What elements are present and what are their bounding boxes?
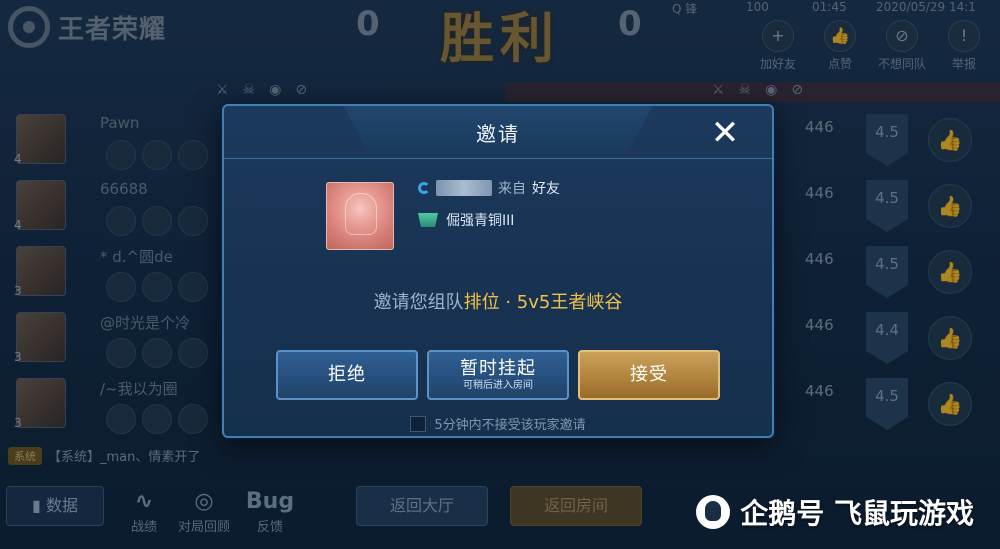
inviter-rank: 倔强青铜III <box>418 210 514 230</box>
from-label: 来自 <box>498 181 526 197</box>
inviter-name-blurred <box>436 180 492 196</box>
inviter-info: 来自 好友 <box>418 178 560 198</box>
close-icon[interactable]: ✕ <box>708 116 742 150</box>
suspend-button[interactable]: 暂时挂起 可稍后进入房间 <box>427 350 569 400</box>
header-divider <box>224 158 772 159</box>
watermark-text: 企鹅号 飞鼠玩游戏 <box>740 497 974 530</box>
block-invites-option: 5分钟内不接受该玩家邀请 <box>224 414 772 433</box>
penguin-icon <box>696 495 731 529</box>
watermark: 企鹅号 飞鼠玩游戏 <box>696 492 974 532</box>
online-status-icon <box>418 182 430 194</box>
block-invites-label[interactable]: 5分钟内不接受该玩家邀请 <box>434 414 585 433</box>
block-invites-checkbox[interactable] <box>410 415 427 432</box>
invite-message: 邀请您组队排位 · 5v5王者峡谷 <box>224 288 772 314</box>
dialog-title: 邀请 <box>476 122 520 146</box>
friend-label: 好友 <box>532 181 560 197</box>
invite-mode: 排位 · 5v5王者峡谷 <box>463 292 623 313</box>
inviter-avatar <box>326 182 394 250</box>
invite-dialog: 邀请 ✕ 来自 好友 倔强青铜III 邀请您组队排位 · 5v5王者峡谷 拒绝 … <box>222 104 774 438</box>
rank-badge-icon <box>418 213 438 227</box>
dialog-header: 邀请 ✕ <box>224 106 772 160</box>
reject-button[interactable]: 拒绝 <box>276 350 418 400</box>
rank-label: 倔强青铜III <box>446 213 515 229</box>
accept-button[interactable]: 接受 <box>578 350 720 400</box>
invite-prefix: 邀请您组队 <box>373 292 464 313</box>
